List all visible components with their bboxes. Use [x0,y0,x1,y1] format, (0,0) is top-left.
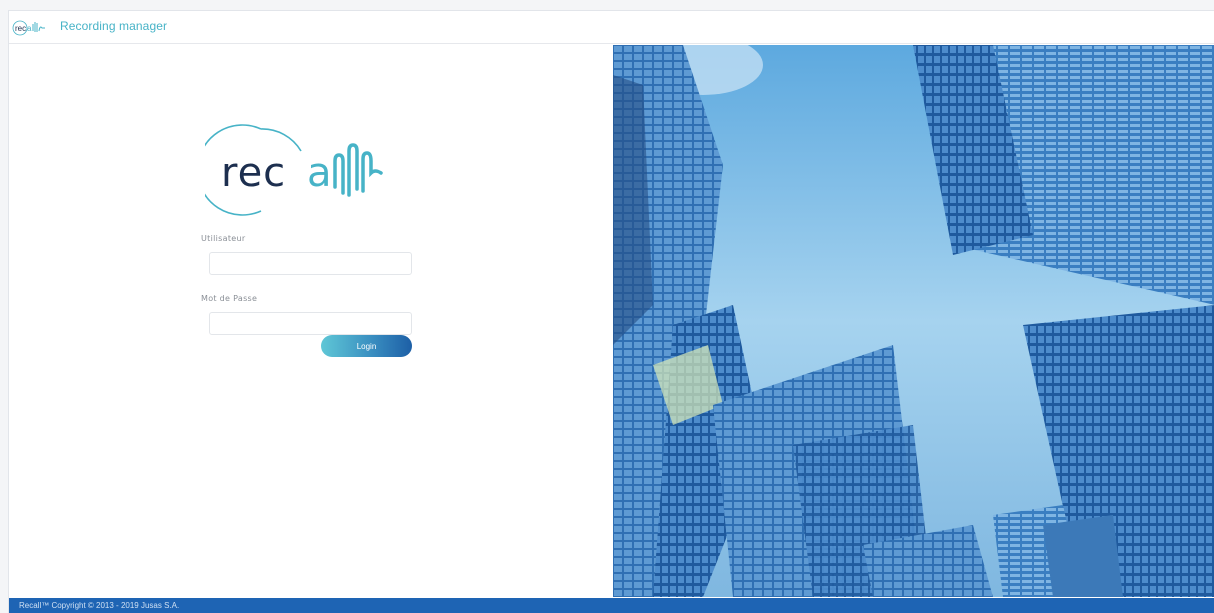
login-button[interactable]: Login [321,335,412,357]
footer-bar: Recall™ Copyright © 2013 - 2019 Jusas S.… [9,598,1214,613]
password-input[interactable] [209,312,412,335]
login-panel: rec a Utilisateur Mot de Passe Login [9,45,613,597]
app-frame: rec a Recording manager rec a Utilisateu… [8,10,1214,613]
svg-text:rec: rec [221,150,286,196]
skyscrapers-illustration [613,45,1214,597]
password-label: Mot de Passe [201,294,258,303]
username-input[interactable] [209,252,412,275]
header-title: Recording manager [60,19,168,33]
svg-text:a: a [307,150,332,196]
svg-text:rec: rec [15,24,26,33]
svg-text:a: a [27,24,32,33]
top-header: rec a Recording manager [9,11,1214,44]
username-label: Utilisateur [201,234,246,243]
city-skyscrapers-image [613,45,1214,597]
recall-logo-icon[interactable]: rec a [12,19,52,37]
recall-logo-icon: rec a [205,124,383,216]
copyright-text: Recall™ Copyright © 2013 - 2019 Jusas S.… [19,601,180,610]
